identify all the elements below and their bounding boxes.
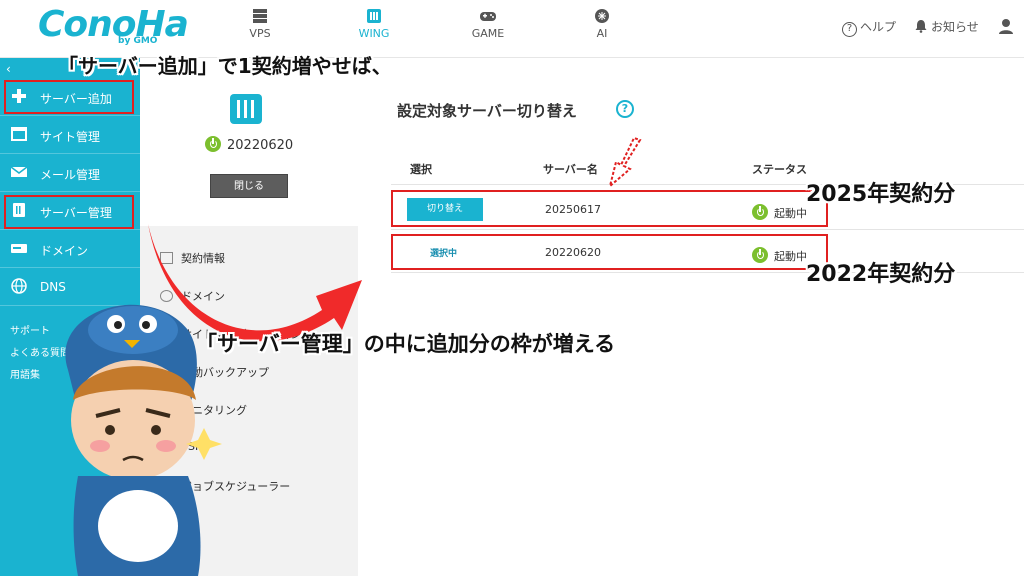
wing-server-icon xyxy=(367,9,381,23)
row-divider xyxy=(391,229,1024,230)
server-large-icon xyxy=(230,94,262,124)
highlight-add-server xyxy=(4,80,134,114)
conoha-logo[interactable]: ConoHa xyxy=(38,4,189,45)
nav-game[interactable]: GAME xyxy=(458,8,518,40)
help-label: ヘルプ xyxy=(860,20,897,34)
pointer-arrow-icon xyxy=(608,136,642,189)
globe-icon xyxy=(11,278,27,294)
notice-link[interactable]: お知らせ xyxy=(914,18,979,35)
status-cell: 起動中 xyxy=(752,204,807,221)
label-2025-contract: 2025年契約分 xyxy=(806,182,956,207)
nav-ai[interactable]: AI xyxy=(572,8,632,40)
nav-ai-label: AI xyxy=(596,27,608,40)
sidebar-item-label: ドメイン xyxy=(40,244,89,258)
sidebar-item-site[interactable]: サイト管理 xyxy=(0,116,140,154)
ai-chip-icon xyxy=(595,9,609,23)
highlight-server-manage xyxy=(4,195,134,229)
server-name-cell: 20250617 xyxy=(545,203,601,216)
column-header-server: サーバー名 xyxy=(543,163,598,176)
caption-server-manage: 「サーバー管理」の中に追加分の枠が増える xyxy=(196,332,616,356)
account-menu[interactable] xyxy=(998,18,1014,37)
sidebar-item-domain[interactable]: ドメイン xyxy=(0,230,140,268)
column-header-select: 選択 xyxy=(410,163,432,176)
nav-vps[interactable]: VPS xyxy=(230,8,290,40)
status-label: 起動中 xyxy=(774,207,807,220)
switch-button[interactable]: 切り替え xyxy=(407,198,483,221)
column-header-status: ステータス xyxy=(752,163,807,176)
nav-wing[interactable]: WING xyxy=(344,8,404,40)
power-icon xyxy=(205,136,221,152)
label-2022-contract: 2022年契約分 xyxy=(806,262,956,287)
power-icon xyxy=(752,204,768,220)
server-name-cell: 20220620 xyxy=(545,246,601,259)
selected-label: 選択中 xyxy=(430,249,458,259)
current-server: 20220620 xyxy=(205,136,293,153)
close-button[interactable]: 閉じる xyxy=(210,174,288,198)
caption-add-server: 「サーバー追加」で1契約増やせば、 xyxy=(58,54,392,78)
help-question-icon[interactable]: ? xyxy=(616,100,634,118)
window-icon xyxy=(11,127,27,141)
current-server-name: 20220620 xyxy=(227,138,294,153)
nav-game-label: GAME xyxy=(471,27,505,40)
notice-label: お知らせ xyxy=(931,20,979,34)
nav-wing-label: WING xyxy=(358,27,390,40)
mail-icon xyxy=(10,166,28,177)
bell-icon xyxy=(915,20,927,33)
power-icon xyxy=(752,247,768,263)
sidebar-item-label: サイト管理 xyxy=(40,130,101,144)
help-link[interactable]: ? ヘルプ xyxy=(842,18,896,37)
nav-vps-label: VPS xyxy=(249,27,271,40)
status-cell: 起動中 xyxy=(752,247,807,264)
domain-icon xyxy=(11,244,27,253)
question-icon: ? xyxy=(842,22,857,37)
user-icon xyxy=(999,19,1013,34)
server-rack-icon xyxy=(253,9,267,23)
gamepad-icon xyxy=(480,12,496,21)
status-label: 起動中 xyxy=(774,250,807,263)
sidebar-item-label: メール管理 xyxy=(40,168,101,182)
sidebar-item-mail[interactable]: メール管理 xyxy=(0,154,140,192)
collapse-chevron-icon[interactable]: ‹ xyxy=(6,62,11,76)
logo-subtitle: by GMO xyxy=(118,36,158,46)
page-title: 設定対象サーバー切り替え xyxy=(397,102,577,120)
glossary-link[interactable]: 用語集 xyxy=(10,366,40,381)
